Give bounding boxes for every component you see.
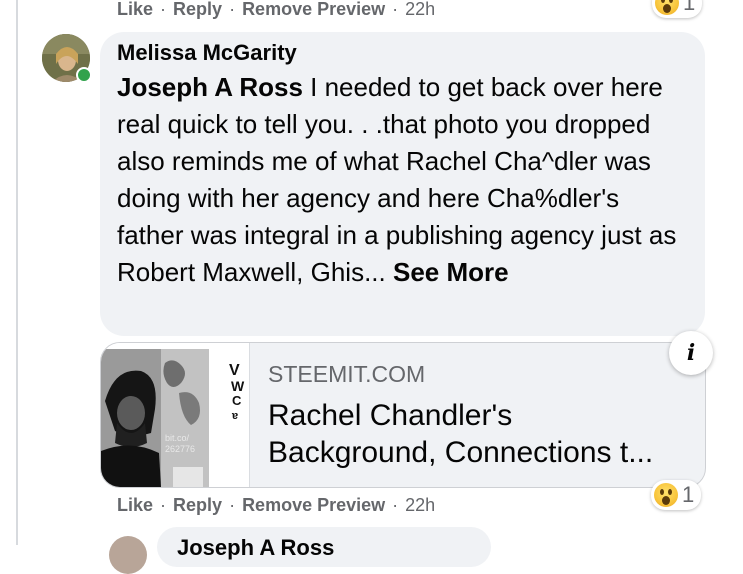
remove-preview-button[interactable]: Remove Preview [242, 0, 385, 20]
comment-text: Joseph A Ross I needed to get back over … [117, 69, 692, 291]
timestamp[interactable]: 22h [405, 495, 435, 516]
mention-link[interactable]: Joseph A Ross [117, 72, 303, 102]
link-title-line: Background, Connections t... [268, 436, 654, 469]
wow-emoji-icon [655, 0, 679, 15]
comment-actions: Like · Reply · Remove Preview · 22h [117, 495, 435, 516]
reply-author[interactable]: Joseph A Ross [177, 535, 334, 561]
link-title-line: Rachel Chandler's [268, 399, 513, 432]
comment-author[interactable]: Melissa McGarity [117, 40, 297, 66]
link-domain: STEEMIT.COM [268, 361, 426, 387]
svg-text:C: C [232, 393, 242, 408]
info-icon[interactable]: i [669, 331, 713, 375]
separator: · [160, 0, 167, 19]
reply-bubble: Joseph A Ross [157, 527, 491, 567]
see-more-link[interactable]: See More [393, 257, 509, 287]
svg-text:W: W [231, 378, 245, 394]
link-preview-card[interactable]: V W C ɐ bit.co/ 262776 STEEMIT.COM Rache… [100, 342, 706, 488]
link-preview-thumbnail: V W C ɐ bit.co/ 262776 [101, 343, 250, 487]
separator: · [229, 0, 236, 19]
remove-preview-button[interactable]: Remove Preview [242, 495, 385, 516]
wow-emoji-icon [654, 483, 678, 507]
like-button[interactable]: Like [117, 0, 153, 20]
svg-text:V: V [229, 362, 240, 379]
reaction-summary[interactable]: 1 [651, 480, 702, 510]
reaction-summary-top[interactable]: 1 [652, 0, 703, 18]
separator: · [392, 0, 399, 19]
like-button[interactable]: Like [117, 495, 153, 516]
separator: · [392, 495, 399, 515]
reply-avatar[interactable] [109, 536, 147, 574]
link-title[interactable]: Rachel Chandler's Background, Connection… [268, 397, 688, 471]
reaction-count: 1 [683, 0, 696, 15]
reaction-count: 1 [682, 482, 695, 507]
comment-bubble: Melissa McGarity Joseph A Ross I needed … [100, 32, 705, 336]
separator: · [229, 495, 236, 515]
comment-actions-top: Like · Reply · Remove Preview · 22h [117, 0, 435, 20]
reply-button[interactable]: Reply [173, 0, 222, 20]
thumbnail-caption: bit.co/ 262776 [165, 433, 196, 454]
reply-button[interactable]: Reply [173, 495, 222, 516]
timestamp[interactable]: 22h [405, 0, 435, 20]
svg-text:ɐ: ɐ [231, 410, 238, 422]
thread-line [16, 0, 18, 545]
comment-body: I needed to get back over here real quic… [117, 72, 677, 287]
separator: · [160, 495, 167, 515]
online-status-indicator [76, 67, 92, 83]
